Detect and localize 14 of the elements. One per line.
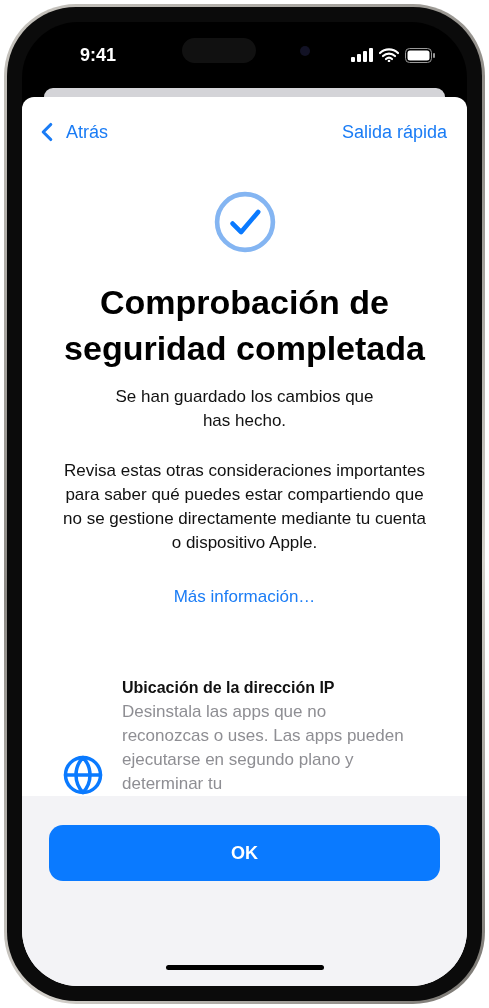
back-link[interactable]: Atrás	[32, 117, 108, 147]
description-text: Revisa estas otras consideraciones importantes para saber qué puedes estar compartiendo que no se gestione directamente mediante tu cuenta o dispositivo Apple.	[62, 460, 427, 554]
item-description: Desinstala las apps que no reconozcas o uses. Las apps pueden ejecutarse en segundo plano y determinar tu	[122, 701, 405, 795]
more-info-link[interactable]: Más información…	[173, 587, 316, 607]
quick-exit-link[interactable]: Salida rápida	[341, 121, 447, 143]
signal-icon	[351, 48, 373, 62]
item-title: Ubicación de la dirección IP	[122, 678, 336, 698]
status-time: 9:41	[80, 44, 117, 66]
globe-icon	[62, 754, 104, 796]
saved-message: Se han guardado los cambios que has hecho.	[114, 386, 375, 432]
battery-icon	[405, 47, 435, 63]
wifi-icon	[379, 48, 399, 62]
ok-button[interactable]: OK	[49, 825, 440, 881]
page-title: Comprobación de seguridad completada	[63, 282, 426, 369]
